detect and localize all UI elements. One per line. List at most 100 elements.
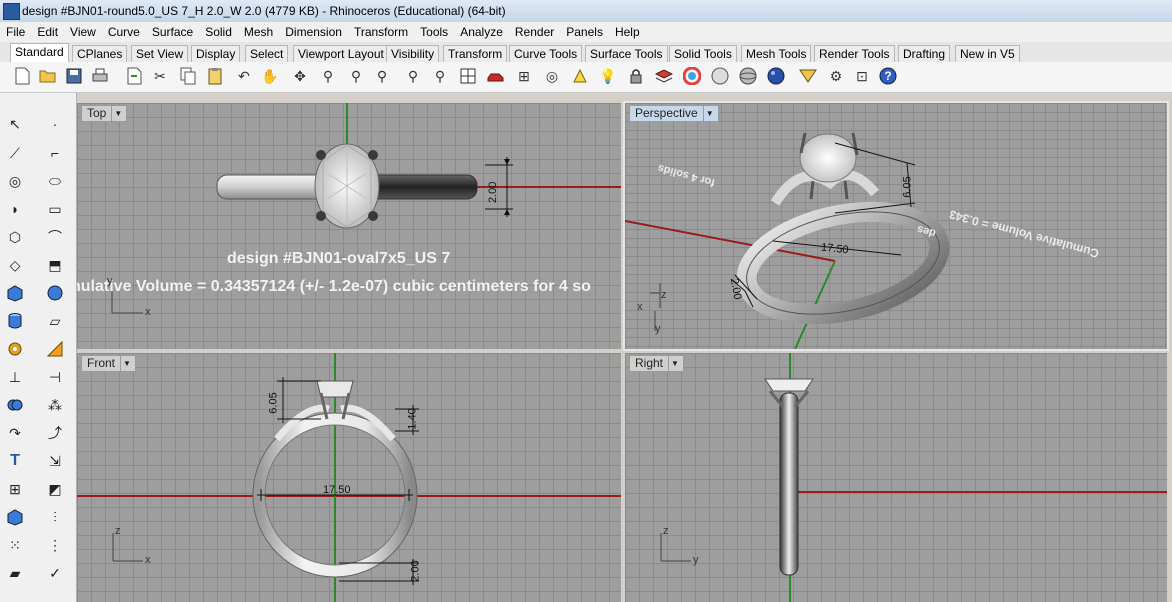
light-icon[interactable]: 💡: [598, 66, 618, 86]
zoom-dynamic-icon[interactable]: ⚲: [318, 66, 338, 86]
object-snap-icon[interactable]: ◎: [542, 66, 562, 86]
wireframe-icon[interactable]: [710, 66, 730, 86]
grid-points-icon[interactable]: ⁙: [4, 534, 26, 556]
pan-icon[interactable]: ✋: [260, 66, 280, 86]
zoom-extents-icon[interactable]: ⚲: [372, 66, 392, 86]
menu-dimension[interactable]: Dimension: [279, 22, 348, 39]
options-icon[interactable]: ⚙: [826, 66, 846, 86]
chevron-down-icon[interactable]: ▼: [702, 106, 716, 121]
boolean-union-icon[interactable]: [4, 394, 26, 416]
cylinder-icon[interactable]: [4, 310, 26, 332]
help-icon[interactable]: ?: [878, 66, 898, 86]
viewport-right[interactable]: z y Right ▼: [625, 353, 1167, 602]
move-icon[interactable]: [44, 338, 66, 360]
tab-set-view[interactable]: Set View: [131, 45, 189, 63]
menu-transform[interactable]: Transform: [348, 22, 414, 39]
scale-icon[interactable]: ⇲: [44, 450, 66, 472]
extrude-curve-icon[interactable]: ⬒: [44, 254, 66, 276]
car-icon[interactable]: [486, 66, 506, 86]
save-icon[interactable]: [64, 66, 84, 86]
import-icon[interactable]: [124, 66, 144, 86]
rotate-view-icon[interactable]: ✥: [290, 66, 310, 86]
menu-surface[interactable]: Surface: [146, 22, 199, 39]
viewport-top[interactable]: 2.00 design #BJN01-oval7x5_US 7 nulative…: [77, 103, 621, 349]
viewport-perspective[interactable]: 6.05 17.50 2.00 Cumulative Volume = 0.34…: [623, 101, 1169, 351]
layer-icon[interactable]: [654, 66, 674, 86]
rebuild-icon[interactable]: ↷: [4, 422, 26, 444]
blend-icon[interactable]: ⤴: [44, 422, 66, 444]
chevron-down-icon[interactable]: ▼: [111, 106, 124, 121]
menu-view[interactable]: View: [64, 22, 102, 39]
viewport-front[interactable]: 6.05 1.40 17.50 2.00 z x Front ▼: [77, 353, 621, 602]
viewport-label-right[interactable]: Right ▼: [629, 355, 685, 372]
tab-select[interactable]: Select: [245, 45, 289, 63]
copy-icon[interactable]: [178, 66, 198, 86]
tab-surface-tools[interactable]: Surface Tools: [585, 45, 668, 63]
cut-icon[interactable]: ✂: [150, 66, 170, 86]
tab-drafting[interactable]: Drafting: [898, 45, 951, 63]
paste-icon[interactable]: [205, 66, 225, 86]
solid-edit-icon[interactable]: [4, 506, 26, 528]
text-icon[interactable]: T: [4, 450, 26, 472]
tab-viewport-layout[interactable]: Viewport Layout: [293, 45, 389, 63]
chevron-down-icon[interactable]: ▼: [668, 356, 681, 371]
tab-mesh-tools[interactable]: Mesh Tools: [741, 45, 812, 63]
polygon-icon[interactable]: ⬡: [4, 226, 26, 248]
menu-panels[interactable]: Panels: [560, 22, 609, 39]
chevron-down-icon[interactable]: ▼: [120, 356, 133, 371]
lock-icon[interactable]: [626, 66, 646, 86]
menu-file[interactable]: File: [0, 22, 31, 39]
dimension-icon[interactable]: ⫶: [44, 506, 66, 528]
menu-help[interactable]: Help: [609, 22, 646, 39]
align-icon[interactable]: ⊣: [44, 366, 66, 388]
rectangle-icon[interactable]: ▭: [44, 198, 66, 220]
point-icon[interactable]: [570, 66, 590, 86]
arc-icon[interactable]: ◗: [4, 198, 26, 220]
menu-render[interactable]: Render: [509, 22, 560, 39]
ellipse-icon[interactable]: ⬭: [44, 170, 66, 192]
zoom-window-icon[interactable]: ⚲: [346, 66, 366, 86]
polyline-icon[interactable]: ⟋: [4, 142, 26, 164]
curve-cv-icon[interactable]: ⌐: [44, 142, 66, 164]
menu-curve[interactable]: Curve: [102, 22, 146, 39]
open-icon[interactable]: [38, 66, 58, 86]
menu-analyze[interactable]: Analyze: [454, 22, 509, 39]
fillet-icon[interactable]: ⌒: [44, 226, 66, 248]
viewport-label-front[interactable]: Front ▼: [81, 355, 137, 372]
render-icon[interactable]: [766, 66, 786, 86]
menu-edit[interactable]: Edit: [31, 22, 64, 39]
point-tool-icon[interactable]: ·: [44, 113, 66, 135]
tab-standard[interactable]: Standard: [10, 43, 69, 63]
viewport-label-top[interactable]: Top ▼: [81, 105, 128, 122]
tab-cplanes[interactable]: CPlanes: [72, 45, 128, 63]
edit-points-icon[interactable]: ◩: [44, 478, 66, 500]
color-icon[interactable]: [682, 66, 702, 86]
zoom-all-icon[interactable]: ⚲: [430, 66, 450, 86]
tab-curve-tools[interactable]: Curve Tools: [509, 45, 583, 63]
gumball-icon[interactable]: [798, 66, 818, 86]
tab-solid-tools[interactable]: Solid Tools: [669, 45, 737, 63]
shaded-icon[interactable]: [738, 66, 758, 86]
drape-icon[interactable]: ▰: [4, 562, 26, 584]
new-icon[interactable]: [12, 66, 32, 86]
sphere-icon[interactable]: [44, 282, 66, 304]
gear-icon[interactable]: [4, 338, 26, 360]
box-icon[interactable]: [4, 282, 26, 304]
tab-render-tools[interactable]: Render Tools: [814, 45, 895, 63]
patch-icon[interactable]: ▱: [44, 310, 66, 332]
select-filter-icon[interactable]: ⊞: [514, 66, 534, 86]
tab-transform[interactable]: Transform: [443, 45, 508, 63]
viewport-label-perspective[interactable]: Perspective ▼: [629, 105, 719, 122]
four-views-icon[interactable]: [458, 66, 478, 86]
tab-display[interactable]: Display: [191, 45, 241, 63]
print-icon[interactable]: [90, 66, 110, 86]
surface-from-points-icon[interactable]: ◇: [4, 254, 26, 276]
select-arrow-icon[interactable]: ↖: [4, 113, 26, 135]
array-icon[interactable]: ⁂: [44, 394, 66, 416]
circle-icon[interactable]: ◎: [4, 170, 26, 192]
zoom-selected-icon[interactable]: ⚲: [403, 66, 423, 86]
menu-mesh[interactable]: Mesh: [238, 22, 279, 39]
group-icon[interactable]: ⊞: [4, 478, 26, 500]
snap-grid-icon[interactable]: ⊡: [852, 66, 872, 86]
undo-icon[interactable]: ↶: [234, 66, 254, 86]
